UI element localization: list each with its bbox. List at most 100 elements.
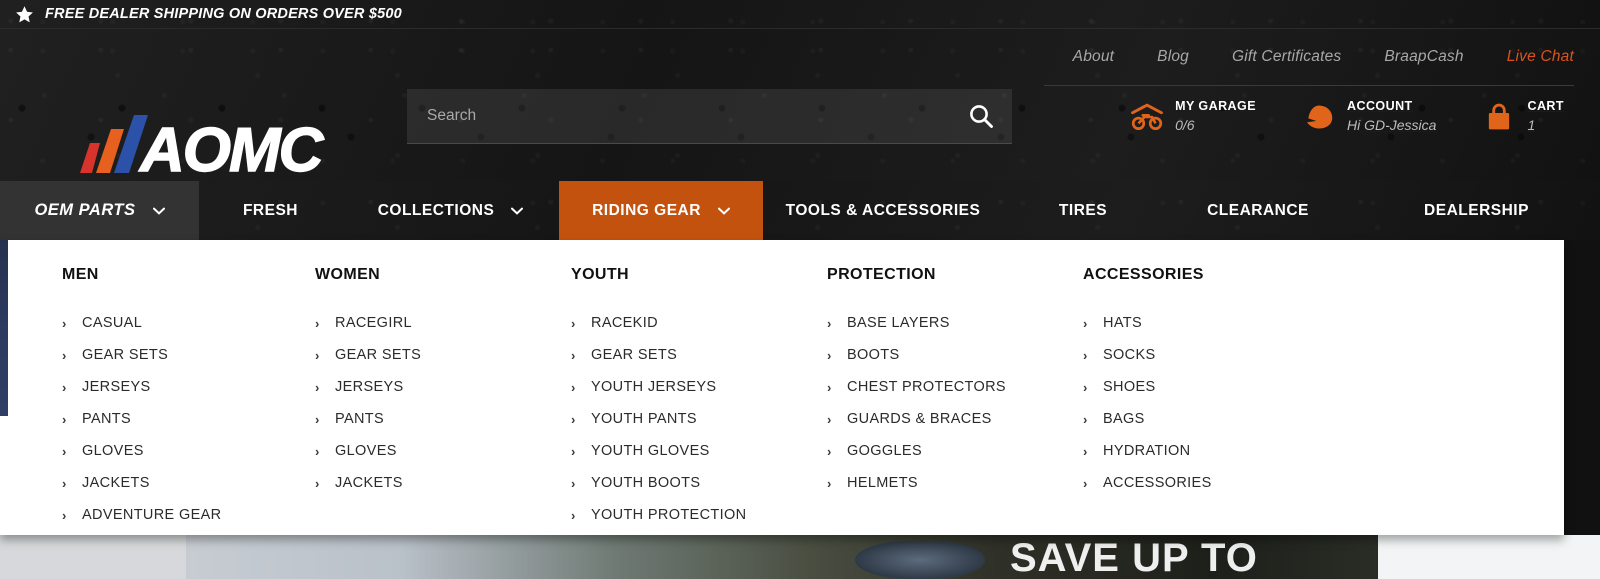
mega-link-men-casual[interactable]: › CASUAL <box>62 307 318 339</box>
nav-label-riding-gear: RIDING GEAR <box>592 201 701 219</box>
mega-link-label: YOUTH GLOVES <box>591 443 710 459</box>
aomc-logo-mark: AOMC <box>80 115 327 186</box>
utility-link-about[interactable]: About <box>1073 48 1115 66</box>
star-icon <box>16 5 33 22</box>
utility-link-live-chat[interactable]: Live Chat <box>1507 48 1574 66</box>
mega-link-accessories-accessories[interactable]: › ACCESSORIES <box>1083 467 1339 499</box>
mega-link-youth-gloves[interactable]: › YOUTH GLOVES <box>571 435 827 467</box>
mega-link-women-gear-sets[interactable]: › GEAR SETS <box>315 339 571 371</box>
mega-link-label: BOOTS <box>847 347 900 363</box>
mega-link-label: JACKETS <box>335 475 403 491</box>
chevron-right-icon: › <box>827 379 832 395</box>
mega-link-youth-gear-sets[interactable]: › GEAR SETS <box>571 339 827 371</box>
mega-link-protection-helmets[interactable]: › HELMETS <box>827 467 1083 499</box>
chevron-right-icon: › <box>571 443 576 459</box>
cart-text: CART 1 <box>1527 99 1564 134</box>
chevron-right-icon: › <box>1083 443 1088 459</box>
chevron-right-icon: › <box>827 347 832 363</box>
mega-link-label: HYDRATION <box>1103 443 1191 459</box>
utility-link-braapcash[interactable]: BraapCash <box>1384 48 1463 66</box>
chevron-right-icon: › <box>62 379 67 395</box>
chevron-right-icon: › <box>571 347 576 363</box>
mega-link-men-gear-sets[interactable]: › GEAR SETS <box>62 339 318 371</box>
utility-nav: About Blog Gift Certificates BraapCash L… <box>1073 48 1574 66</box>
mega-link-women-racegirl[interactable]: › RACEGIRL <box>315 307 571 339</box>
mega-link-youth-pants[interactable]: › YOUTH PANTS <box>571 403 827 435</box>
mega-link-youth-protection[interactable]: › YOUTH PROTECTION <box>571 499 827 531</box>
nav-item-tires[interactable]: TIRES <box>1003 181 1163 240</box>
cart-bag-icon <box>1489 103 1510 130</box>
mega-link-youth-boots[interactable]: › YOUTH BOOTS <box>571 467 827 499</box>
utility-link-gift-certificates[interactable]: Gift Certificates <box>1232 48 1341 66</box>
chevron-right-icon: › <box>827 443 832 459</box>
nav-item-tools-accessories[interactable]: TOOLS & ACCESSORIES <box>763 181 1003 240</box>
mega-link-label: GUARDS & BRACES <box>847 411 992 427</box>
my-garage-widget[interactable]: MY GARAGE 0/6 <box>1130 91 1302 143</box>
nav-item-dealership[interactable]: DEALERSHIP <box>1353 181 1600 240</box>
mega-link-women-gloves[interactable]: › GLOVES <box>315 435 571 467</box>
mega-link-label: ACCESSORIES <box>1103 475 1212 491</box>
mega-column-protection: PROTECTION › BASE LAYERS › BOOTS › CHEST PR… <box>827 266 1083 535</box>
utility-link-blog[interactable]: Blog <box>1157 48 1189 66</box>
my-garage-label: MY GARAGE <box>1175 99 1256 114</box>
mega-link-women-pants[interactable]: › PANTS <box>315 403 571 435</box>
nav-item-clearance[interactable]: CLEARANCE <box>1163 181 1353 240</box>
cart-widget[interactable]: CART 1 <box>1482 91 1574 143</box>
mega-link-protection-guards-braces[interactable]: › GUARDS & BRACES <box>827 403 1083 435</box>
chevron-right-icon: › <box>315 315 320 331</box>
mega-link-men-gloves[interactable]: › GLOVES <box>62 435 318 467</box>
mega-heading-women: WOMEN <box>315 266 381 283</box>
mega-link-label: GLOVES <box>82 443 144 459</box>
mega-link-label: BASE LAYERS <box>847 315 950 331</box>
mega-link-youth-jerseys[interactable]: › YOUTH JERSEYS <box>571 371 827 403</box>
mega-column-youth: YOUTH › RACEKID › GEAR SETS › YOUTH JERSEYS… <box>571 266 827 535</box>
mega-heading-protection: PROTECTION <box>827 266 936 283</box>
nav-item-riding-gear[interactable]: RIDING GEAR <box>559 181 763 240</box>
chevron-down-icon <box>152 207 165 215</box>
account-widget[interactable]: ACCOUNT Hi GD-Jessica <box>1302 91 1482 143</box>
mega-link-men-jerseys[interactable]: › JERSEYS <box>62 371 318 403</box>
mega-link-youth-racekid[interactable]: › RACEKID <box>571 307 827 339</box>
mega-heading-men: MEN <box>62 266 99 283</box>
mega-link-accessories-hydration[interactable]: › HYDRATION <box>1083 435 1339 467</box>
mega-link-label: CHEST PROTECTORS <box>847 379 1006 395</box>
mega-link-protection-boots[interactable]: › BOOTS <box>827 339 1083 371</box>
nav-item-oem-parts[interactable]: OEM PARTS <box>0 181 199 240</box>
chevron-right-icon: › <box>571 379 576 395</box>
mega-link-label: YOUTH BOOTS <box>591 475 701 491</box>
search-submit-button[interactable] <box>950 89 1012 143</box>
riding-gear-mega-menu: MEN › CASUAL › GEAR SETS › JERSEYS › PANTS ›… <box>0 240 1564 535</box>
mega-link-accessories-bags[interactable]: › BAGS <box>1083 403 1339 435</box>
nav-label-oem-parts: OEM PARTS <box>34 201 136 219</box>
chevron-right-icon: › <box>62 507 67 523</box>
mega-link-women-jerseys[interactable]: › JERSEYS <box>315 371 571 403</box>
mega-link-label: CASUAL <box>82 315 143 331</box>
nav-item-fresh[interactable]: FRESH <box>199 181 342 240</box>
mega-link-accessories-hats[interactable]: › HATS <box>1083 307 1339 339</box>
mega-link-men-adventure-gear[interactable]: › ADVENTURE GEAR <box>62 499 318 531</box>
hero-headline: SAVE UP TO <box>1010 536 1258 579</box>
mega-link-protection-goggles[interactable]: › GOGGLES <box>827 435 1083 467</box>
announcement-text: FREE DEALER SHIPPING ON ORDERS OVER $500 <box>45 6 402 22</box>
mega-link-accessories-socks[interactable]: › SOCKS <box>1083 339 1339 371</box>
main-nav: OEM PARTS FRESH COLLECTIONS RIDING GEAR … <box>0 181 1600 240</box>
account-greeting: Hi GD-Jessica <box>1347 117 1437 134</box>
my-garage-text: MY GARAGE 0/6 <box>1175 99 1256 134</box>
search-input[interactable] <box>407 89 950 143</box>
nav-item-collections[interactable]: COLLECTIONS <box>342 181 559 240</box>
aomc-logo[interactable]: AOMC <box>78 113 338 186</box>
mega-link-label: PANTS <box>335 411 385 427</box>
mega-link-men-jackets[interactable]: › JACKETS <box>62 467 318 499</box>
nav-label-fresh: FRESH <box>242 201 299 219</box>
mega-link-protection-chest-protectors[interactable]: › CHEST PROTECTORS <box>827 371 1083 403</box>
chevron-right-icon: › <box>315 379 320 395</box>
mega-link-accessories-shoes[interactable]: › SHOES <box>1083 371 1339 403</box>
nav-label-clearance: CLEARANCE <box>1207 201 1309 219</box>
mega-link-label: GEAR SETS <box>591 347 678 363</box>
mega-link-men-pants[interactable]: › PANTS <box>62 403 318 435</box>
chevron-right-icon: › <box>315 443 320 459</box>
mega-link-label: BAGS <box>1103 411 1145 427</box>
mega-link-protection-base-layers[interactable]: › BASE LAYERS <box>827 307 1083 339</box>
garage-motorcycle-icon <box>1131 103 1163 131</box>
mega-link-women-jackets[interactable]: › JACKETS <box>315 467 571 499</box>
